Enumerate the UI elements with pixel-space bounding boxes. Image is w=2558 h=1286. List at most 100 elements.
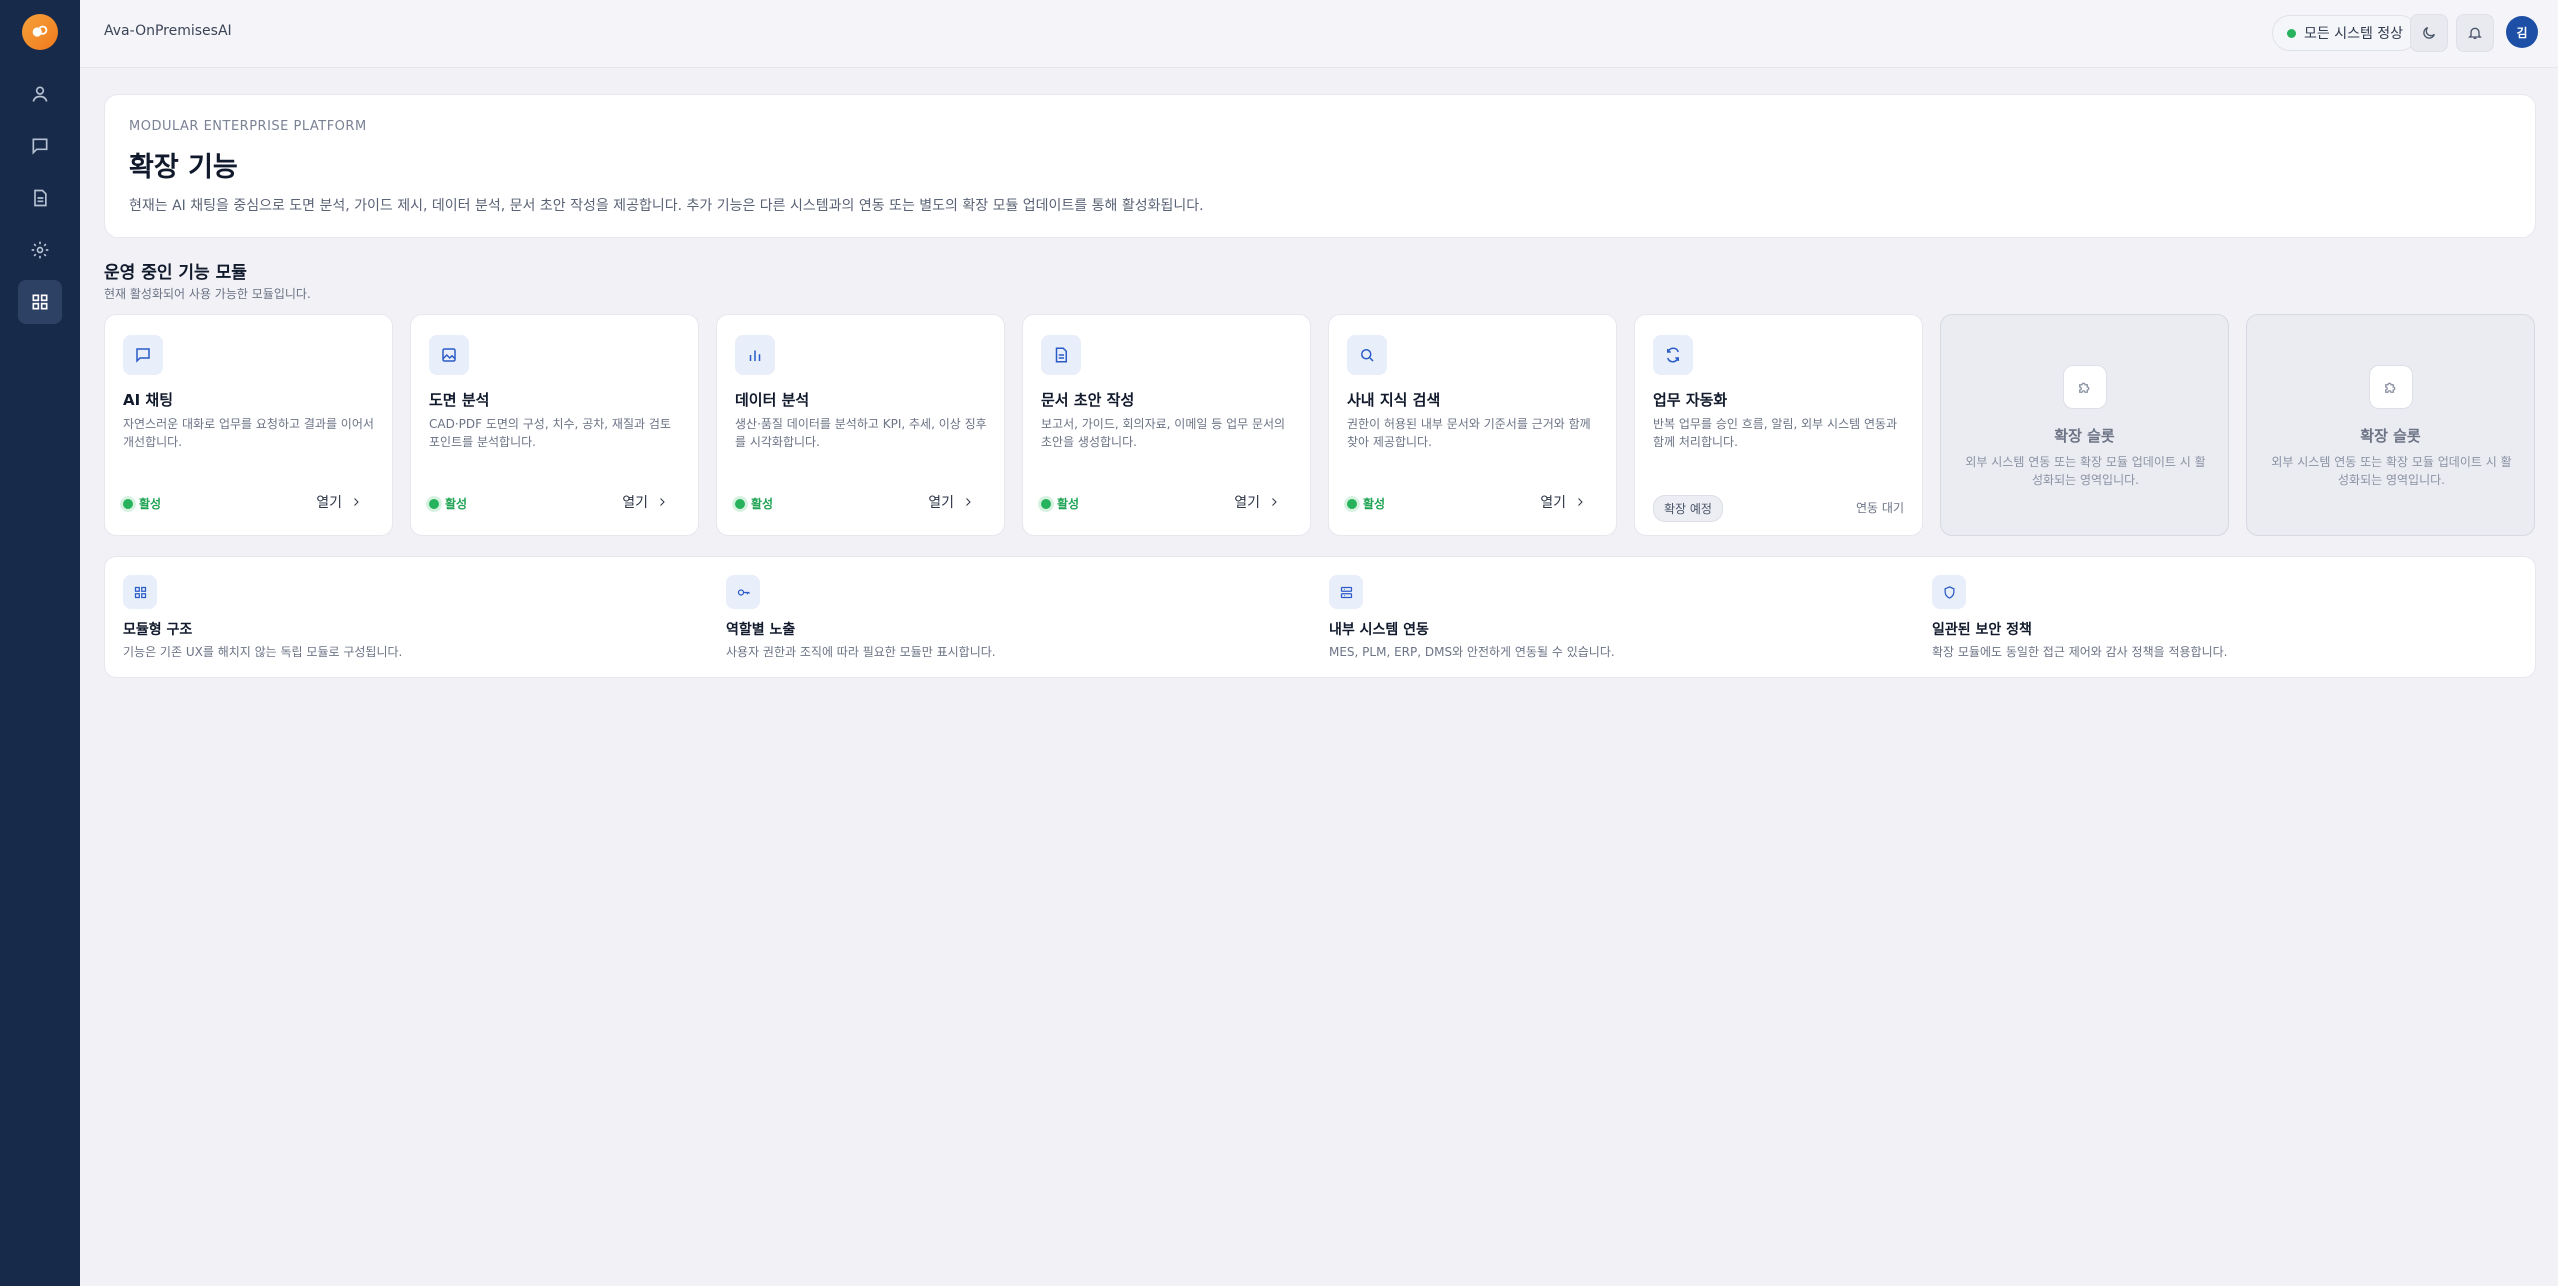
module-status-text: 활성 bbox=[1363, 497, 1386, 511]
slot-title: 확장 슬롯 bbox=[2360, 427, 2421, 445]
module-card-data-analysis[interactable]: 데이터 분석 생산·품질 데이터를 분석하고 KPI, 추세, 이상 징후를 시… bbox=[716, 314, 1005, 536]
feature-icon-box bbox=[726, 575, 760, 609]
puzzle-icon bbox=[2385, 382, 2396, 393]
module-open-label: 열기 bbox=[316, 495, 342, 511]
card-icon-box bbox=[429, 335, 469, 375]
module-description: 자연스러운 대화로 업무를 요청하고 결과를 이어서 개선합니다. bbox=[123, 417, 374, 449]
chat-icon bbox=[136, 348, 150, 363]
chevron-right-icon bbox=[1272, 498, 1277, 506]
slot-icon-box bbox=[2369, 365, 2413, 409]
shield-icon bbox=[1944, 585, 1954, 599]
module-open-button[interactable]: 열기 bbox=[928, 492, 974, 512]
search-icon bbox=[1361, 349, 1374, 362]
extension-slot: 확장 슬롯 외부 시스템 연동 또는 확장 모듈 업데이트 시 활성화되는 영역… bbox=[1940, 314, 2229, 536]
card-icon-box bbox=[1041, 335, 1081, 375]
user-icon bbox=[32, 86, 48, 102]
key-icon bbox=[737, 588, 750, 596]
document-icon bbox=[34, 189, 47, 207]
sidebar-item-extensions[interactable] bbox=[18, 280, 62, 324]
slot-description: 외부 시스템 연동 또는 확장 모듈 업데이트 시 활성화되는 영역입니다. bbox=[1965, 455, 2206, 487]
feature-role-based-display: 역할별 노출 사용자 권한과 조직에 따라 필요한 모듈만 표시합니다. bbox=[708, 557, 1308, 679]
module-card-workflow-automation[interactable]: 업무 자동화 반복 업무를 승인 흐름, 알림, 외부 시스템 연동과 함께 처… bbox=[1634, 314, 1923, 536]
system-status-text: 모든 시스템 정상 bbox=[2304, 26, 2404, 42]
status-dot-icon bbox=[429, 498, 439, 509]
server-icon bbox=[1340, 586, 1352, 598]
feature-icon-box bbox=[1329, 575, 1363, 609]
user-avatar[interactable]: 김 bbox=[2506, 16, 2538, 48]
page-header-card: MODULAR ENTERPRISE PLATFORM 확장 기능 현재는 AI… bbox=[104, 94, 2536, 238]
module-open-button[interactable]: 열기 bbox=[1234, 492, 1280, 512]
card-icon-box bbox=[735, 335, 775, 375]
module-card-ai-chat[interactable]: AI 채팅 자연스러운 대화로 업무를 요청하고 결과를 이어서 개선합니다. … bbox=[104, 314, 393, 536]
slot-title: 확장 슬롯 bbox=[2054, 427, 2115, 445]
module-description: 보고서, 가이드, 회의자료, 이메일 등 업무 문서의 초안을 생성합니다. bbox=[1041, 417, 1286, 449]
chevron-right-icon bbox=[354, 498, 359, 506]
grid-icon bbox=[134, 586, 146, 598]
status-dot-icon bbox=[123, 498, 133, 509]
module-card-knowledge-search[interactable]: 사내 지식 검색 권한이 허용된 내부 문서와 기준서를 근거와 함께 찾아 제… bbox=[1328, 314, 1617, 536]
feature-title: 모듈형 구조 bbox=[123, 622, 193, 638]
platform-features-card: 모듈형 구조 기능은 기존 UX를 해치지 않는 독립 모듈로 구성됩니다. 역… bbox=[104, 556, 2536, 678]
chevron-right-icon bbox=[660, 498, 665, 506]
module-open-label: 열기 bbox=[928, 495, 954, 511]
system-status-badge[interactable]: 모든 시스템 정상 bbox=[2272, 15, 2419, 51]
module-status-text: 활성 bbox=[1057, 497, 1080, 511]
topbar: Ava-OnPremisesAI 모든 시스템 정상 김 bbox=[80, 0, 2558, 68]
section-title: 운영 중인 기능 모듈 bbox=[104, 263, 247, 283]
bar-chart-icon bbox=[749, 350, 761, 361]
module-title: 업무 자동화 bbox=[1653, 391, 1728, 409]
gear-icon bbox=[31, 241, 49, 259]
module-card-drawing-analysis[interactable]: 도면 분석 CAD·PDF 도면의 구성, 치수, 공차, 재질과 검토 포인트… bbox=[410, 314, 699, 536]
chat-icon bbox=[32, 138, 48, 155]
sidebar-item-documents[interactable] bbox=[18, 176, 62, 220]
module-card-document-draft[interactable]: 문서 초안 작성 보고서, 가이드, 회의자료, 이메일 등 업무 문서의 초안… bbox=[1022, 314, 1311, 536]
bell-icon bbox=[2468, 27, 2482, 39]
module-status-text: 활성 bbox=[445, 497, 468, 511]
sidebar bbox=[0, 0, 80, 1286]
feature-internal-integration: 내부 시스템 연동 MES, PLM, ERP, DMS와 안전하게 연동될 수… bbox=[1311, 557, 1911, 679]
module-status: 활성 bbox=[735, 495, 773, 512]
notifications-button[interactable] bbox=[2456, 14, 2494, 52]
page-title: 확장 기능 bbox=[129, 152, 238, 183]
moon-icon bbox=[2423, 27, 2435, 39]
status-dot-icon bbox=[2287, 28, 2296, 38]
feature-security-policy: 일관된 보안 정책 확장 모듈에도 동일한 접근 제어와 감사 정책을 적용합니… bbox=[1914, 557, 2514, 679]
module-description: 반복 업무를 승인 흐름, 알림, 외부 시스템 연동과 함께 처리합니다. bbox=[1653, 417, 1898, 449]
module-status: 활성 bbox=[1347, 495, 1385, 512]
feature-description: 확장 모듈에도 동일한 접근 제어와 감사 정책을 적용합니다. bbox=[1932, 645, 2228, 659]
module-title: 도면 분석 bbox=[429, 391, 490, 409]
module-open-label: 열기 bbox=[1234, 495, 1260, 511]
feature-title: 일관된 보안 정책 bbox=[1932, 622, 2032, 638]
feature-description: MES, PLM, ERP, DMS와 안전하게 연동될 수 있습니다. bbox=[1329, 645, 1615, 659]
puzzle-icon bbox=[2079, 382, 2090, 393]
app-title: Ava-OnPremisesAI bbox=[104, 23, 232, 39]
module-status-text: 활성 bbox=[139, 497, 162, 511]
sidebar-item-settings[interactable] bbox=[18, 228, 62, 272]
slot-icon-box bbox=[2063, 365, 2107, 409]
coming-soon-badge: 확장 예정 bbox=[1653, 495, 1723, 522]
card-icon-box bbox=[1347, 335, 1387, 375]
app-logo[interactable] bbox=[22, 14, 58, 50]
feature-description: 기능은 기존 UX를 해치지 않는 독립 모듈로 구성됩니다. bbox=[123, 645, 403, 659]
module-title: 사내 지식 검색 bbox=[1347, 391, 1441, 409]
feature-description: 사용자 권한과 조직에 따라 필요한 모듈만 표시합니다. bbox=[726, 645, 996, 659]
page-description: 현재는 AI 채팅을 중심으로 도면 분석, 가이드 제시, 데이터 분석, 문… bbox=[129, 198, 1204, 214]
slot-description: 외부 시스템 연동 또는 확장 모듈 업데이트 시 활성화되는 영역입니다. bbox=[2271, 455, 2512, 487]
module-open-button[interactable]: 열기 bbox=[1540, 492, 1586, 512]
module-title: AI 채팅 bbox=[123, 391, 174, 409]
module-title: 문서 초안 작성 bbox=[1041, 391, 1135, 409]
module-open-label: 열기 bbox=[1540, 495, 1566, 511]
module-status: 활성 bbox=[123, 495, 161, 512]
status-dot-icon bbox=[735, 498, 745, 509]
module-open-button[interactable]: 열기 bbox=[622, 492, 668, 512]
module-open-button[interactable]: 열기 bbox=[316, 492, 362, 512]
module-status-text: 활성 bbox=[751, 497, 774, 511]
sidebar-item-profile[interactable] bbox=[18, 72, 62, 116]
integration-pending-label: 연동 대기 bbox=[1856, 501, 1904, 515]
theme-toggle-button[interactable] bbox=[2410, 14, 2448, 52]
module-description: 생산·품질 데이터를 분석하고 KPI, 추세, 이상 징후를 시각화합니다. bbox=[735, 417, 987, 449]
card-icon-box bbox=[1653, 335, 1693, 375]
page-eyebrow: MODULAR ENTERPRISE PLATFORM bbox=[129, 119, 367, 134]
extension-slot: 확장 슬롯 외부 시스템 연동 또는 확장 모듈 업데이트 시 활성화되는 영역… bbox=[2246, 314, 2535, 536]
sidebar-item-chat[interactable] bbox=[18, 124, 62, 168]
